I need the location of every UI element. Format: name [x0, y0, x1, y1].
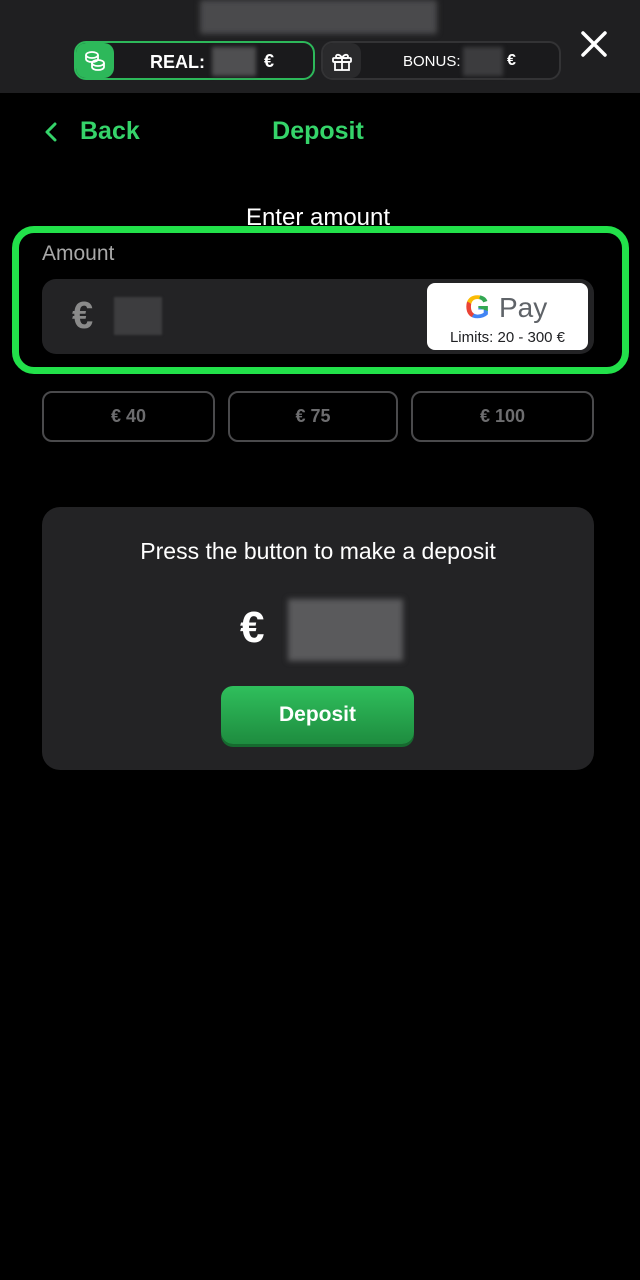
- sum-value-redacted: [288, 599, 403, 661]
- redacted-title: [200, 0, 437, 34]
- real-currency: €: [264, 51, 275, 71]
- preset-button-40[interactable]: € 40: [42, 391, 215, 442]
- amount-field[interactable]: € G Pay Limits: 20 - 300 €: [42, 279, 594, 354]
- pay-text: Pay: [499, 292, 548, 323]
- bonus-currency: €: [507, 52, 516, 69]
- deposit-button[interactable]: Deposit: [221, 686, 414, 744]
- close-icon[interactable]: [578, 28, 610, 60]
- euro-symbol: €: [72, 295, 94, 337]
- bonus-balance-value: [463, 47, 503, 76]
- real-balance-pill[interactable]: REAL: €: [74, 41, 315, 80]
- coins-icon: [76, 43, 114, 78]
- preset-button-100[interactable]: € 100: [411, 391, 594, 442]
- top-bar: REAL: € BONUS: €: [0, 0, 640, 93]
- amount-input[interactable]: [114, 297, 162, 335]
- real-label: REAL:: [150, 52, 205, 72]
- deposit-sum: €: [240, 599, 410, 663]
- sum-euro-symbol: €: [240, 603, 265, 652]
- real-balance-value: [212, 47, 256, 76]
- gift-icon: [323, 43, 361, 78]
- payment-limits: Limits: 20 - 300 €: [449, 329, 566, 346]
- enter-amount-heading: Enter amount: [245, 204, 391, 226]
- deposit-summary-card: Press the button to make a deposit € Dep…: [42, 507, 594, 770]
- preset-amounts: € 40 € 75 € 100: [42, 391, 594, 442]
- deposit-instruction: Press the button to make a deposit: [140, 538, 496, 564]
- bonus-label: BONUS:: [403, 53, 461, 70]
- google-pay-badge[interactable]: G Pay Limits: 20 - 300 €: [427, 283, 588, 350]
- preset-button-75[interactable]: € 75: [228, 391, 398, 442]
- nav-bar: Back Deposit: [0, 113, 640, 153]
- amount-label: Amount: [42, 242, 115, 265]
- bonus-balance-pill[interactable]: BONUS: €: [321, 41, 561, 80]
- page-title: Deposit: [272, 117, 364, 145]
- google-g-logo: G: [465, 289, 490, 325]
